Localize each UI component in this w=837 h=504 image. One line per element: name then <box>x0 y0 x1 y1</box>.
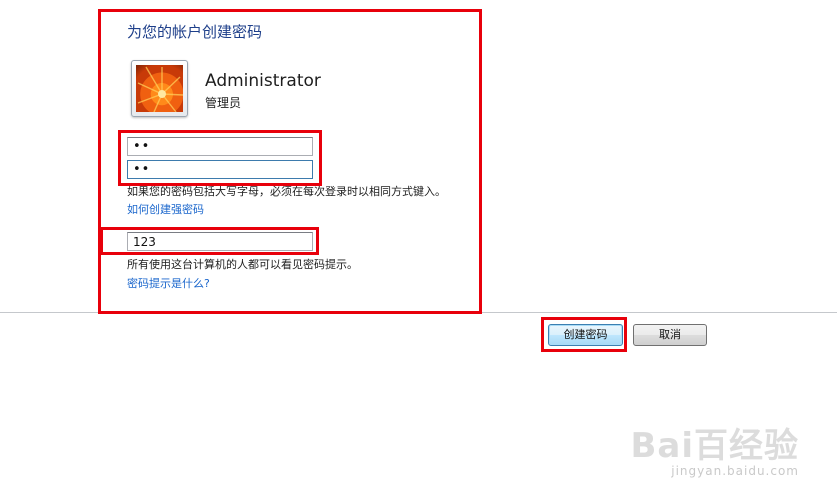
cancel-button[interactable]: 取消 <box>633 324 707 346</box>
watermark-url: jingyan.baidu.com <box>671 464 799 478</box>
baidu-jingyan-watermark: Bai百经验 jingyan.baidu.com <box>630 428 799 478</box>
watermark-logo: Bai百经验 <box>630 426 799 466</box>
highlight-frame-password-fields <box>118 130 322 186</box>
highlight-frame-create-button <box>541 317 627 352</box>
highlight-frame-hint-field <box>100 227 319 255</box>
